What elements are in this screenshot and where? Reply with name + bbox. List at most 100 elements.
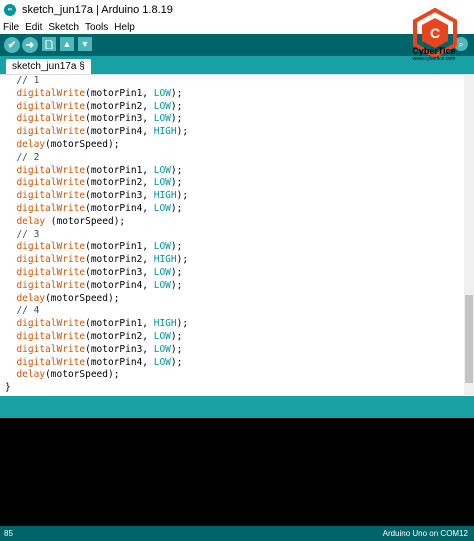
code-line[interactable]: digitalWrite(motorPin2, LOW); [5,101,462,114]
code-token-plain: ); [170,177,183,189]
upload-button[interactable]: ➜ [22,37,38,53]
code-token-plain: (motorPin1, [85,87,154,99]
code-line[interactable]: digitalWrite(motorPin3, LOW); [5,344,462,357]
code-token-plain: ); [176,190,189,202]
code-token-fn: digitalWrite [16,177,86,189]
code-token-fn: delay [16,369,46,381]
code-line[interactable]: // 1 [5,75,462,88]
open-button[interactable]: ▲ [60,37,74,51]
code-token-fn: digitalWrite [16,254,86,266]
code-token-fn: delay [16,138,46,150]
arrow-down-icon: ▼ [80,39,90,49]
arduino-logo-icon: ∞ [4,4,16,16]
code-token-plain: ); [170,279,183,291]
code-line[interactable]: digitalWrite(motorPin1, LOW); [5,241,462,254]
new-button[interactable] [42,37,56,51]
code-token-fn: digitalWrite [16,126,86,138]
code-token-const: LOW [153,241,171,253]
code-line[interactable]: delay(motorSpeed); [5,139,462,152]
menu-edit[interactable]: Edit [22,22,45,33]
code-line[interactable]: digitalWrite(motorPin1, LOW); [5,165,462,178]
code-editor[interactable]: // 1 digitalWrite(motorPin1, LOW); digit… [0,74,474,395]
code-token-const: LOW [153,343,171,355]
code-token-plain: } [5,382,11,394]
code-line[interactable]: // 2 [5,152,462,165]
code-line[interactable]: digitalWrite(motorPin4, LOW); [5,280,462,293]
code-line[interactable]: digitalWrite(motorPin4, LOW); [5,357,462,370]
code-token-plain: ); [170,330,183,342]
code-line[interactable]: delay(motorSpeed); [5,369,462,382]
code-token-plain: (motorPin3, [85,266,154,278]
editor-scrollbar[interactable] [464,75,474,395]
code-line[interactable]: digitalWrite(motorPin4, LOW); [5,203,462,216]
console-output[interactable] [0,418,474,526]
code-line[interactable]: digitalWrite(motorPin2, LOW); [5,177,462,190]
code-token-const: LOW [153,279,171,291]
code-line[interactable]: // 3 [5,229,462,242]
code-line[interactable]: } [5,382,462,395]
menu-file[interactable]: File [0,22,22,33]
toolbar: ✔ ➜ ▲ ▼ ⌕ [0,34,474,56]
code-token-plain: (motorSpeed); [45,138,120,150]
code-token-plain: (motorPin1, [85,164,154,176]
tab-bar: sketch_jun17a § [0,56,474,74]
code-token-fn: digitalWrite [16,318,86,330]
arrow-right-icon: ➜ [25,39,35,51]
code-line[interactable]: // 4 [5,305,462,318]
code-token-fn: digitalWrite [16,356,86,368]
code-token-plain: ); [176,254,189,266]
window-title: sketch_jun17a | Arduino 1.8.19 [22,4,173,16]
code-token-const: LOW [153,266,171,278]
code-token-fn: digitalWrite [16,87,86,99]
code-token-fn: digitalWrite [16,266,86,278]
code-token-fn: delay [16,292,46,304]
code-token-plain: (motorPin1, [85,318,154,330]
code-token-const: HIGH [153,126,177,138]
code-line[interactable]: digitalWrite(motorPin2, LOW); [5,331,462,344]
code-token-plain: ); [170,343,183,355]
logo-url: www.cybertice.com [412,56,456,62]
code-line[interactable]: digitalWrite(motorPin1, HIGH); [5,318,462,331]
menu-tools[interactable]: Tools [82,22,111,33]
save-button[interactable]: ▼ [78,37,92,51]
menu-help[interactable]: Help [111,22,138,33]
menu-sketch[interactable]: Sketch [45,22,82,33]
code-line[interactable]: digitalWrite(motorPin2, HIGH); [5,254,462,267]
code-text[interactable]: // 1 digitalWrite(motorPin1, LOW); digit… [5,75,462,395]
tab-sketch[interactable]: sketch_jun17a § [6,59,91,74]
code-line[interactable]: digitalWrite(motorPin4, HIGH); [5,126,462,139]
code-token-fn: digitalWrite [16,190,86,202]
code-token-plain: (motorPin4, [85,356,154,368]
code-token-fn: delay [16,215,46,227]
message-area [0,396,474,418]
code-token-plain: (motorPin4, [85,279,154,291]
code-token-fn: digitalWrite [16,241,86,253]
code-line[interactable]: delay(motorSpeed); [5,293,462,306]
code-token-const: LOW [153,113,171,125]
code-line[interactable]: digitalWrite(motorPin3, LOW); [5,267,462,280]
code-token-plain: ); [170,241,183,253]
logo-letter: C [430,25,440,41]
logo-name: CyberTice [412,46,456,56]
code-line[interactable]: digitalWrite(motorPin1, LOW); [5,88,462,101]
editor-scrollbar-thumb[interactable] [465,295,473,383]
code-token-plain: ); [170,87,183,99]
verify-button[interactable]: ✔ [4,37,20,53]
code-line[interactable]: delay (motorSpeed); [5,216,462,229]
arrow-up-icon: ▲ [62,39,72,49]
code-token-const: LOW [153,356,171,368]
code-line[interactable]: digitalWrite(motorPin3, HIGH); [5,190,462,203]
code-line[interactable]: digitalWrite(motorPin3, LOW); [5,113,462,126]
code-token-fn: digitalWrite [16,279,86,291]
menu-bar: File Edit Sketch Tools Help [0,20,474,34]
